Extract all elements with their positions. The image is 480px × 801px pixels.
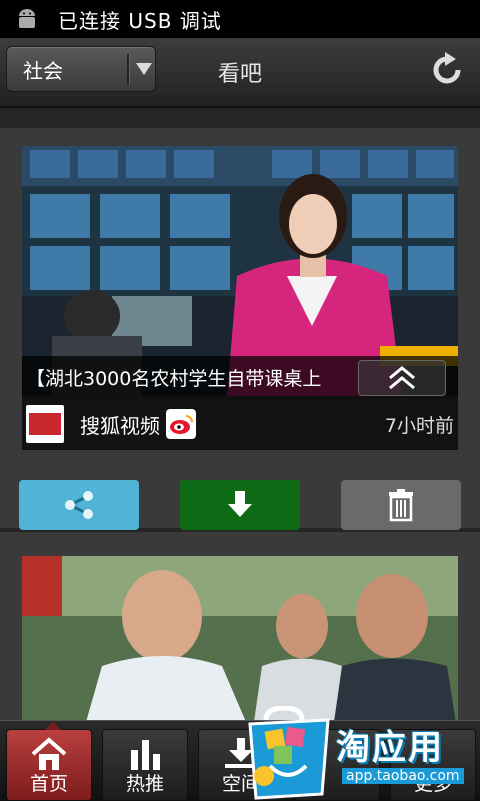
tab-hot[interactable]: 热推 xyxy=(102,729,188,801)
watermark-title: 淘应用 xyxy=(336,728,444,768)
watermark-url: app.taobao.com xyxy=(342,768,464,784)
sohu-video-logo xyxy=(26,405,64,443)
status-bar: 已连接 USB 调试 xyxy=(0,0,480,38)
action-row xyxy=(0,480,480,530)
share-button[interactable] xyxy=(19,480,139,530)
delete-button[interactable] xyxy=(341,480,461,530)
tab-home[interactable]: 首页 xyxy=(6,722,92,801)
video-card xyxy=(0,532,480,720)
bar-chart-icon xyxy=(131,740,160,770)
share-icon xyxy=(65,491,93,519)
taobao-app-watermark: 淘应用 app.taobao.com xyxy=(244,706,480,800)
refresh-icon[interactable] xyxy=(428,50,468,90)
video-feed[interactable]: 【湖北3000名农村学生自带课桌上 搜狐视频 7小时前 xyxy=(0,108,480,720)
video-source-bar: 搜狐视频 7小时前 xyxy=(22,398,458,450)
android-debug-icon xyxy=(19,9,35,28)
video-thumbnail[interactable] xyxy=(22,556,458,720)
expand-button[interactable] xyxy=(358,360,446,396)
video-card: 【湖北3000名农村学生自带课桌上 搜狐视频 7小时前 xyxy=(0,128,480,530)
page-title: 看吧 xyxy=(217,62,262,87)
video-title-overlay[interactable]: 【湖北3000名农村学生自带课桌上 xyxy=(22,356,458,398)
download-icon xyxy=(228,491,252,517)
tab-label: 热推 xyxy=(125,773,164,795)
news-crowd-thumbnail xyxy=(22,556,458,720)
app-header: 社会 看吧 xyxy=(0,38,480,108)
usb-debug-status: 已连接 USB 调试 xyxy=(58,8,222,33)
chevron-up-double-icon xyxy=(389,366,415,390)
trash-icon xyxy=(389,489,413,522)
taobao-bag-logo xyxy=(248,706,330,800)
active-tab-indicator xyxy=(45,722,61,730)
weibo-icon[interactable] xyxy=(166,409,196,439)
video-title: 【湖北3000名农村学生自带课桌上 xyxy=(26,367,322,390)
publish-time: 7小时前 xyxy=(384,414,454,437)
home-icon xyxy=(31,737,67,770)
source-name: 搜狐视频 xyxy=(80,413,160,438)
tab-label: 首页 xyxy=(29,773,68,795)
download-button[interactable] xyxy=(180,480,300,530)
